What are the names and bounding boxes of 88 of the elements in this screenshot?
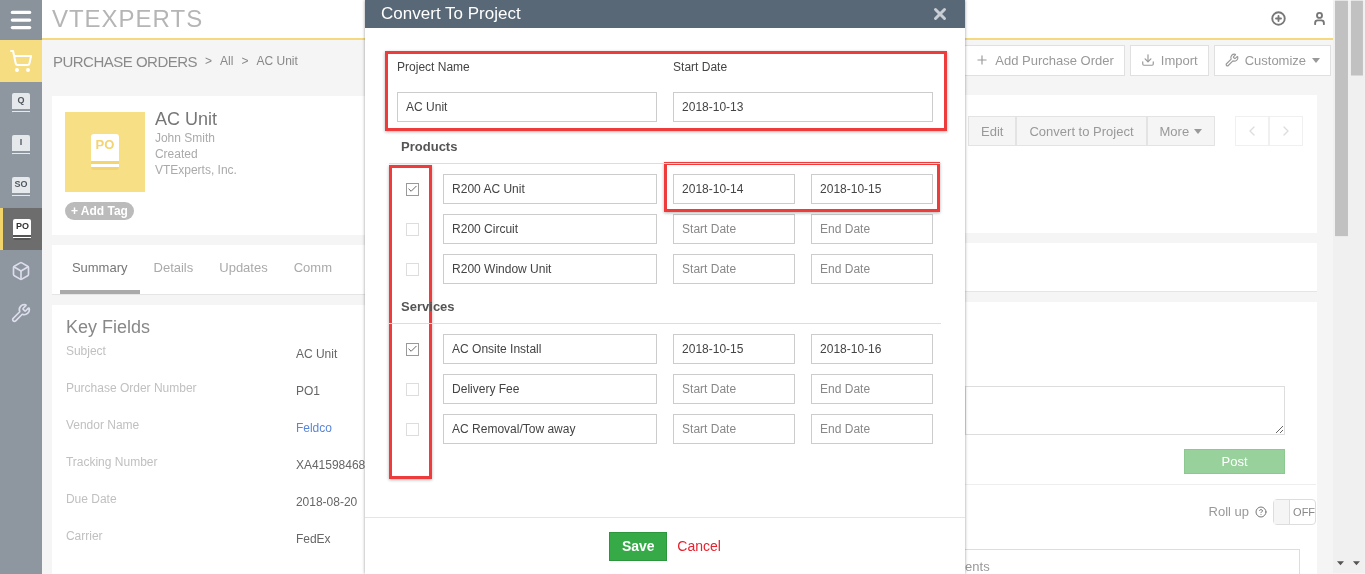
field-label: Project Name [397, 60, 471, 76]
field-value: AC Unit [295, 346, 339, 363]
sidebar-item[interactable]: Q [0, 82, 42, 124]
item-name-field[interactable]: Delivery Fee [443, 374, 658, 404]
end-date-field[interactable]: End Date [811, 254, 934, 284]
end-date-field[interactable]: 2018-10-16 [811, 334, 934, 364]
breadcrumb-separator: > [241, 54, 249, 68]
start-date-field[interactable]: Start Date [673, 254, 796, 284]
document-icon: PO [13, 218, 32, 240]
header-button[interactable]: Import [1129, 44, 1209, 76]
section-title: Key Fields [65, 317, 151, 338]
record-detail: Created [154, 146, 199, 162]
breadcrumb-separator: > [205, 54, 213, 68]
sidebar-item[interactable]: I [0, 124, 42, 166]
checkbox[interactable] [406, 182, 420, 196]
checkbox[interactable] [406, 342, 420, 356]
menu-button[interactable] [0, 0, 42, 40]
record-title: AC Unit [154, 109, 218, 130]
section-title: Products [389, 130, 942, 164]
field-label: Subject [65, 344, 107, 360]
save-button[interactable]: Save [609, 531, 668, 561]
cancel-link[interactable]: Cancel [677, 538, 721, 554]
sidebar-item[interactable]: PO [0, 208, 42, 250]
help-icon[interactable] [1255, 506, 1268, 518]
start-date-field[interactable]: 2018-10-14 [673, 174, 796, 204]
breadcrumb-item[interactable]: All [220, 54, 234, 68]
breadcrumb-module[interactable]: PURCHASE ORDERS [52, 52, 198, 70]
header-button[interactable]: Add Purchase Order [964, 44, 1125, 76]
box-icon [10, 261, 31, 281]
start-date-field[interactable]: 2018-10-13 [673, 92, 934, 122]
field-label: Tracking Number [65, 455, 159, 471]
cart-icon [8, 49, 33, 73]
end-date-field[interactable]: End Date [811, 374, 934, 404]
logo: VTEXPERTS [51, 5, 204, 33]
comment-field[interactable] [965, 386, 1286, 435]
start-date-field[interactable]: Start Date [673, 214, 796, 244]
cart-button[interactable] [0, 40, 42, 82]
field-label: Start Date [673, 60, 729, 76]
field-value: PO1 [295, 383, 321, 400]
start-date-field[interactable]: Start Date [673, 414, 796, 444]
wrench-icon [1224, 53, 1239, 68]
record-detail: VTExperts, Inc. [154, 162, 237, 178]
action-button[interactable]: Convert to Project [1016, 116, 1147, 146]
field-value: FedEx [295, 531, 332, 548]
document-icon: SO [11, 176, 30, 198]
item-name-field[interactable]: AC Onsite Install [443, 334, 658, 364]
end-date-field[interactable]: End Date [811, 414, 934, 444]
item-name-field[interactable]: R200 AC Unit [443, 174, 658, 204]
header-button[interactable]: Customize [1213, 44, 1332, 76]
previous-button[interactable] [1235, 116, 1270, 146]
action-button[interactable]: More [1146, 116, 1216, 146]
breadcrumb-item[interactable]: AC Unit [256, 54, 298, 68]
item-name-field[interactable]: R200 Window Unit [443, 254, 658, 284]
tab[interactable]: Updates [207, 245, 280, 294]
item-name-field[interactable]: R200 Circuit [443, 214, 658, 244]
sidebar-item[interactable]: SO [0, 166, 42, 208]
project-name-field[interactable]: AC Unit [397, 92, 658, 122]
document-icon: Q [11, 92, 30, 114]
caret-icon [1312, 57, 1321, 63]
end-date-field[interactable]: End Date [811, 214, 934, 244]
item-name-field[interactable]: AC Removal/Tow away [443, 414, 658, 444]
field-label: Carrier [65, 529, 104, 545]
record-detail: John Smith [154, 130, 216, 146]
rollup-toggle[interactable]: OFF [1273, 499, 1317, 525]
action-button[interactable]: Edit [968, 116, 1017, 146]
end-date-field[interactable]: 2018-10-15 [811, 174, 934, 204]
next-button[interactable] [1269, 116, 1304, 146]
document-icon: I [11, 134, 30, 156]
user-icon[interactable] [1312, 11, 1328, 27]
comments-panel: ents [965, 549, 1301, 574]
add-icon[interactable] [1271, 11, 1287, 27]
start-date-field[interactable]: 2018-10-15 [673, 334, 796, 364]
field-label: Vendor Name [65, 418, 141, 434]
document-icon: PO [90, 134, 119, 170]
tab[interactable]: Comm [281, 245, 344, 294]
tab[interactable]: Details [141, 245, 206, 294]
field-value: 2018-08-20 [295, 494, 359, 511]
field-link[interactable]: Feldco [295, 418, 366, 455]
start-date-field[interactable]: Start Date [673, 374, 796, 404]
plus-icon [975, 53, 990, 68]
download-icon [1140, 53, 1155, 68]
field-value: XA41598468 [295, 457, 366, 474]
tab[interactable]: Summary [59, 245, 140, 294]
dialog-title: Convert To Project [381, 4, 521, 24]
field-label: Due Date [65, 492, 118, 508]
rollup-label: Roll up [1208, 504, 1250, 520]
wrench-icon [10, 303, 31, 323]
field-label: Purchase Order Number [65, 381, 198, 397]
